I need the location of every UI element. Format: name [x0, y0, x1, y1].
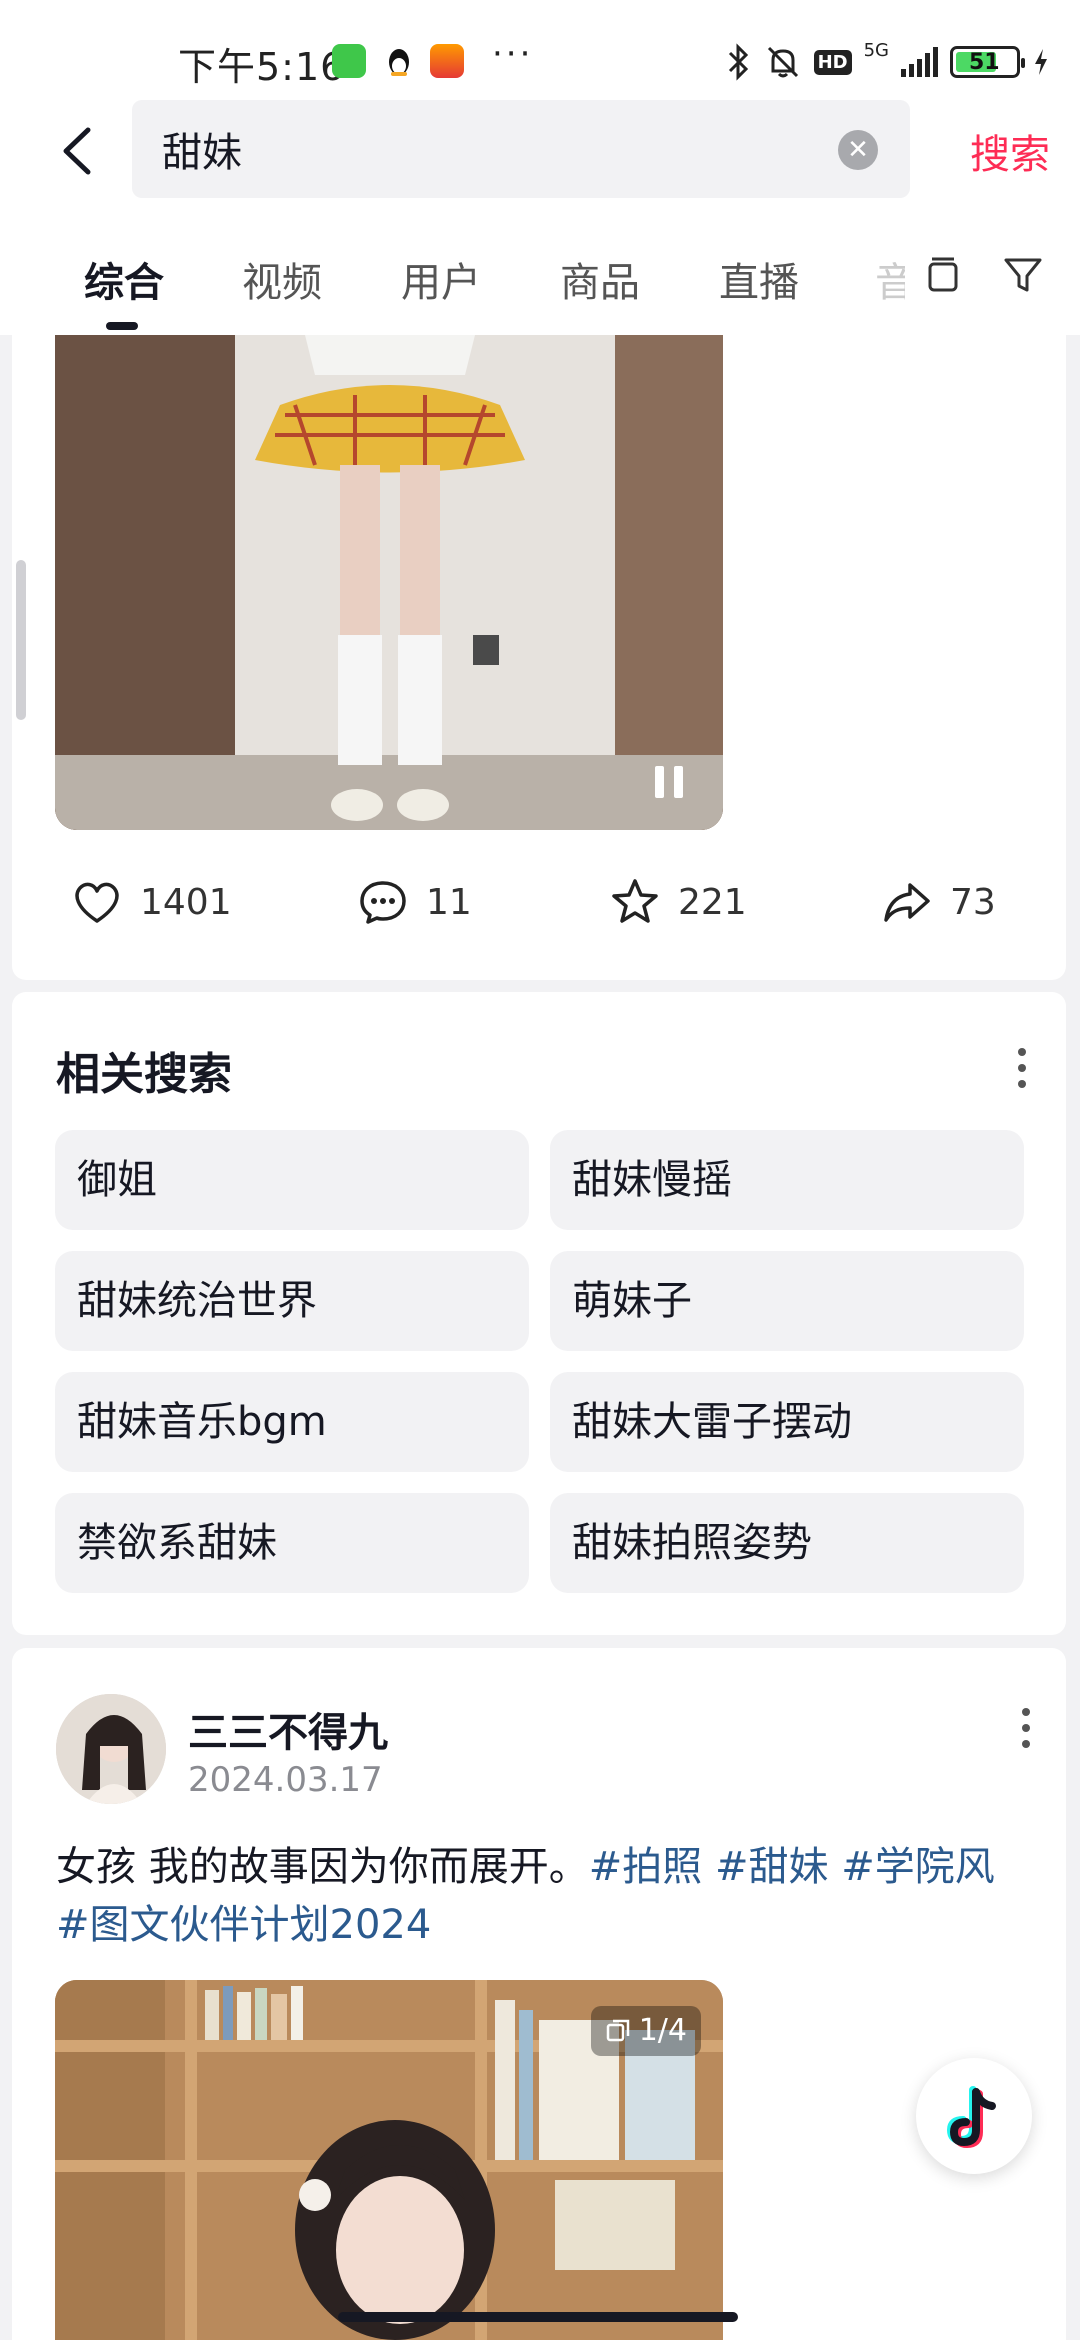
related-search-chip[interactable]: 甜妹统治世界: [55, 1251, 529, 1351]
share-button[interactable]: 73: [880, 875, 996, 929]
related-search-chip[interactable]: 甜妹音乐bgm: [55, 1372, 529, 1472]
filter-icon[interactable]: [1000, 250, 1050, 300]
avatar[interactable]: [56, 1694, 166, 1804]
tab-videos[interactable]: 视频: [242, 250, 322, 308]
related-search-chip[interactable]: 甜妹拍照姿势: [550, 1493, 1024, 1593]
mute-bell-icon: [767, 46, 798, 78]
tab-users[interactable]: 用户: [401, 250, 481, 308]
qq-notification-icon: [382, 44, 416, 78]
clear-search-icon[interactable]: ✕: [838, 130, 878, 170]
favorite-button[interactable]: 221: [608, 875, 747, 929]
related-search-chip[interactable]: 甜妹大雷子摆动: [550, 1372, 1024, 1472]
search-input[interactable]: [162, 100, 802, 198]
home-indicator[interactable]: [338, 2312, 738, 2322]
image-count: 1/4: [638, 2013, 687, 2048]
post-caption: 女孩 我的故事因为你而展开。#拍照 #甜妹 #学院风 #图文伙伴计划2024: [56, 1838, 1036, 1954]
like-button[interactable]: 1401: [70, 875, 232, 929]
comment-icon: [360, 881, 406, 924]
related-searches-title: 相关搜索: [56, 1049, 232, 1100]
app-58-notification-icon: [430, 44, 464, 78]
active-tab-indicator: [106, 322, 138, 330]
video-frame-image: [55, 335, 723, 830]
post-date: 2024.03.17: [188, 1760, 383, 1800]
related-searches-card: 相关搜索 御姐 甜妹慢摇 甜妹统治世界 萌妹子 甜妹音乐bgm 甜妹大雷子摆动 …: [12, 992, 1066, 1635]
status-bar: 下午5:16 ··· HD 5G 51: [0, 0, 1080, 98]
layout-toggle-icon[interactable]: [918, 250, 968, 300]
tab-live[interactable]: 直播: [719, 250, 799, 308]
video-thumbnail[interactable]: [55, 335, 723, 830]
comment-button[interactable]: 11: [356, 875, 472, 929]
hashtag-link[interactable]: #拍照: [589, 1844, 703, 1890]
heart-icon: [75, 882, 119, 923]
hd-badge: HD: [813, 49, 852, 75]
tab-products[interactable]: 商品: [560, 250, 640, 308]
share-count: 73: [950, 881, 996, 923]
author-name[interactable]: 三三不得九: [188, 1700, 388, 1758]
battery-level: 51: [969, 49, 1000, 75]
tab-comprehensive[interactable]: 综合: [84, 250, 164, 308]
charging-icon: [1035, 49, 1047, 75]
network-type: 5G: [863, 39, 889, 61]
signal-icon: [901, 47, 938, 77]
search-button[interactable]: 搜索: [970, 122, 1050, 180]
image-post-card: 三三不得九 2024.03.17 女孩 我的故事因为你而展开。#拍照 #甜妹 #…: [12, 1648, 1066, 2340]
bluetooth-icon: [728, 43, 748, 81]
like-count: 1401: [140, 881, 232, 923]
star-icon: [612, 879, 658, 923]
more-notifications-icon: ···: [492, 34, 534, 74]
wechat-notification-icon: [332, 44, 366, 78]
comment-count: 11: [426, 881, 472, 923]
scroll-indicator: [16, 560, 26, 720]
pause-icon[interactable]: [647, 760, 691, 804]
related-search-chip[interactable]: 甜妹慢摇: [550, 1130, 1024, 1230]
hashtag-link[interactable]: #甜妹: [715, 1844, 829, 1890]
battery-icon: 51: [950, 46, 1025, 78]
gallery-icon: [606, 2019, 629, 2042]
douyin-logo-icon: [946, 2086, 996, 2149]
favorite-count: 221: [678, 881, 747, 923]
hashtag-link[interactable]: #学院风: [841, 1844, 995, 1890]
more-options-icon[interactable]: [1020, 1704, 1032, 1752]
search-box[interactable]: ✕: [132, 100, 910, 198]
video-post-card: 1401 11 221 73: [12, 335, 1066, 980]
more-options-icon[interactable]: [1016, 1044, 1028, 1092]
related-search-chip[interactable]: 御姐: [55, 1130, 529, 1230]
hashtag-link[interactable]: #图文伙伴计划2024: [56, 1902, 431, 1948]
status-time: 下午5:16: [178, 45, 346, 89]
tab-music[interactable]: 音: [875, 250, 905, 308]
related-search-chip[interactable]: 禁欲系甜妹: [55, 1493, 529, 1593]
post-actions: 1401 11 221 73: [12, 875, 1066, 955]
related-search-chip[interactable]: 萌妹子: [550, 1251, 1024, 1351]
image-count-badge: 1/4: [590, 2006, 701, 2056]
douyin-float-button[interactable]: [916, 2058, 1032, 2174]
search-header: ✕ 搜索: [0, 98, 1080, 210]
post-image[interactable]: 1/4: [55, 1980, 723, 2340]
back-arrow-icon[interactable]: [52, 116, 112, 186]
search-result-tabs: 综合 视频 用户 商品 直播 音: [0, 210, 1080, 335]
caption-text: 女孩 我的故事因为你而展开。: [56, 1844, 589, 1890]
share-arrow-icon: [884, 883, 930, 922]
